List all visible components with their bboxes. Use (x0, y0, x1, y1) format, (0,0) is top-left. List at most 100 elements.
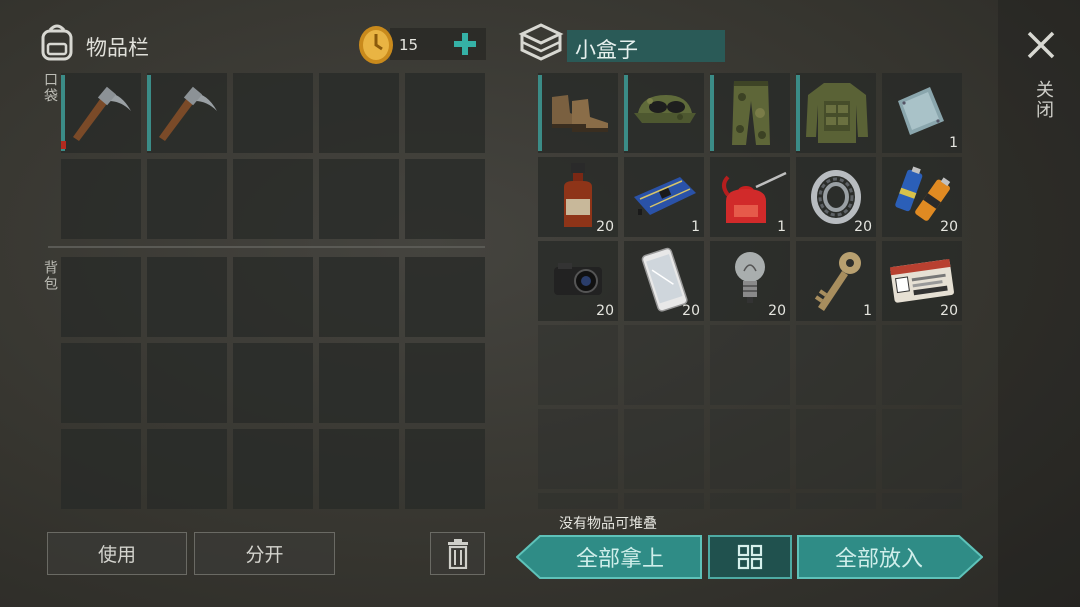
pocket-slot[interactable] (319, 73, 399, 153)
container-slot[interactable]: 20 (624, 241, 704, 321)
container-slot[interactable] (538, 325, 618, 405)
take-all-button[interactable]: 全部拿上 (516, 535, 702, 579)
pocket-label: 口袋 (42, 72, 58, 104)
pocket-slot[interactable] (405, 159, 485, 239)
item-count: 1 (863, 303, 872, 319)
container-slot[interactable] (882, 325, 962, 405)
container-slot[interactable]: 20 (538, 157, 618, 237)
container-slot[interactable] (538, 493, 618, 509)
backpack-slot[interactable] (233, 343, 313, 423)
backpack-slot[interactable] (319, 429, 399, 509)
put-all-button[interactable]: 全部放入 (797, 535, 983, 579)
id-card-icon (889, 258, 954, 303)
backpack-slot[interactable] (405, 257, 485, 337)
backpack-slot[interactable] (147, 429, 227, 509)
backpack-slot[interactable] (61, 343, 141, 423)
pocket-slot[interactable] (61, 159, 141, 239)
container-slot[interactable]: 20 (796, 157, 876, 237)
boots-icon (552, 95, 608, 132)
close-icon (1027, 31, 1055, 59)
pocket-slot[interactable] (233, 159, 313, 239)
container-slot[interactable] (796, 73, 876, 153)
coin-icon (357, 24, 395, 66)
container-slot[interactable] (538, 409, 618, 489)
split-button[interactable]: 分开 (194, 532, 335, 575)
backpack-slot[interactable] (61, 257, 141, 337)
item-count: 20 (854, 219, 872, 235)
light-bulb-icon (735, 252, 765, 303)
backpack-slot[interactable] (405, 429, 485, 509)
pocket-slot[interactable] (233, 73, 313, 153)
container-slot[interactable] (624, 493, 704, 509)
container-slot[interactable] (710, 73, 790, 153)
backpack-slot[interactable] (405, 343, 485, 423)
container-slot[interactable] (796, 493, 876, 509)
camo-jacket-icon (806, 83, 868, 143)
backpack-slot[interactable] (319, 257, 399, 337)
trash-icon (447, 538, 468, 569)
backpack-slot[interactable] (233, 257, 313, 337)
cap-icon (634, 95, 696, 123)
container-slot[interactable] (538, 73, 618, 153)
container-slot[interactable]: 20 (882, 241, 962, 321)
sort-button[interactable] (708, 535, 792, 579)
grid-icon (737, 544, 763, 570)
container-slot[interactable] (624, 73, 704, 153)
pocket-slot[interactable] (405, 73, 485, 153)
backpack-icon (38, 22, 76, 62)
inventory-title: 物品栏 (86, 36, 149, 60)
backpack-label: 背包 (42, 260, 58, 292)
container-slot[interactable] (796, 409, 876, 489)
circuit-board-icon (634, 177, 696, 215)
pocket-slot[interactable] (147, 73, 227, 153)
close-label: 关闭 (1033, 80, 1054, 120)
container-slot[interactable] (624, 409, 704, 489)
container-slot[interactable] (796, 325, 876, 405)
item-count: 1 (691, 219, 700, 235)
backpack-slot[interactable] (147, 257, 227, 337)
item-count: 1 (777, 219, 786, 235)
box-icon (518, 22, 564, 62)
container-slot[interactable]: 1 (710, 157, 790, 237)
backpack-slot[interactable] (147, 343, 227, 423)
plus-icon (454, 33, 476, 55)
pickaxe-icon (73, 86, 131, 141)
pocket-slot[interactable] (147, 159, 227, 239)
use-button[interactable]: 使用 (47, 532, 187, 575)
item-count: 20 (768, 303, 786, 319)
container-slot[interactable]: 1 (624, 157, 704, 237)
container-slot[interactable]: 1 (796, 241, 876, 321)
item-count: 20 (596, 303, 614, 319)
container-slot[interactable] (882, 493, 962, 509)
container-slot[interactable]: 20 (538, 241, 618, 321)
container-slot[interactable]: 20 (710, 241, 790, 321)
container-slot[interactable] (710, 493, 790, 509)
delete-button[interactable] (430, 532, 485, 575)
backpack-slot[interactable] (61, 429, 141, 509)
pickaxe-icon (159, 86, 217, 141)
durability-bar (61, 141, 66, 149)
container-slot[interactable]: 20 (882, 157, 962, 237)
metal-plate-icon (898, 87, 944, 135)
backpack-slot[interactable] (233, 429, 313, 509)
pocket-slot[interactable] (319, 159, 399, 239)
add-coins-button[interactable] (452, 30, 478, 58)
close-button[interactable] (1024, 28, 1058, 62)
stack-message: 没有物品可堆叠 (559, 516, 657, 532)
backpack-slot[interactable] (319, 343, 399, 423)
camo-pants-icon (732, 81, 770, 145)
container-slot[interactable] (710, 409, 790, 489)
bottle-icon (564, 163, 592, 227)
item-count: 20 (682, 303, 700, 319)
pocket-slot[interactable] (61, 73, 141, 153)
put-all-label: 全部放入 (834, 547, 923, 572)
key-icon (814, 252, 861, 311)
divider (48, 246, 485, 248)
container-title: 小盒子 (575, 38, 638, 62)
container-slot[interactable] (882, 409, 962, 489)
container-slot[interactable] (710, 325, 790, 405)
item-count: 20 (940, 219, 958, 235)
camera-icon (554, 263, 602, 295)
container-slot[interactable] (624, 325, 704, 405)
container-slot[interactable]: 1 (882, 73, 962, 153)
